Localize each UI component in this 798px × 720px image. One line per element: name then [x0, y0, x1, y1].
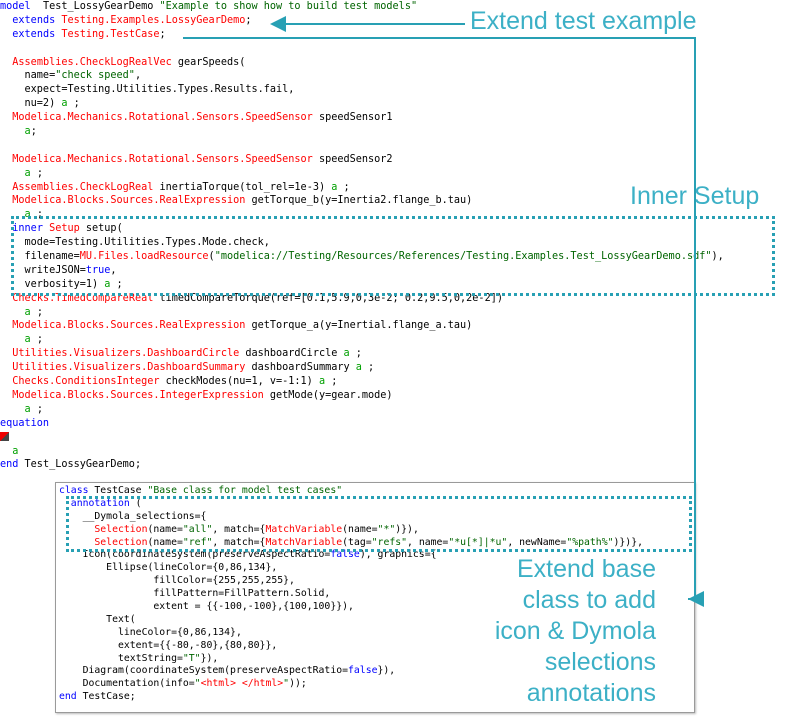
callout-arrows [183, 16, 704, 607]
arrow-extend-base [183, 37, 696, 600]
